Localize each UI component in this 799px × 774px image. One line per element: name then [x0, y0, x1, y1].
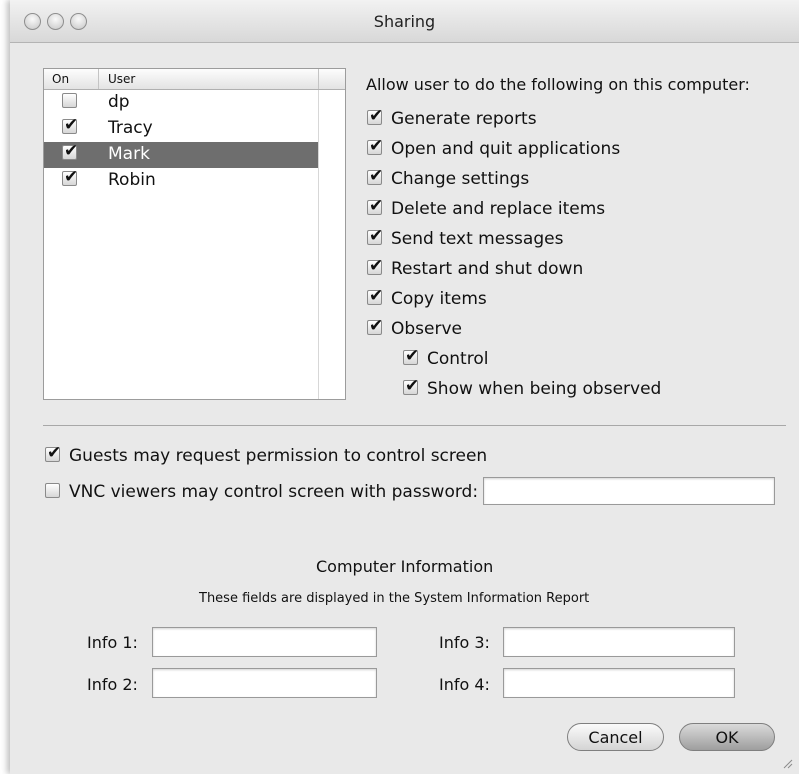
user-list-header: On User [44, 69, 345, 90]
column-divider [98, 69, 99, 89]
title-bar[interactable]: Sharing [10, 0, 799, 43]
vnc-password-field[interactable] [483, 477, 775, 505]
user-enabled-checkbox[interactable] [62, 93, 77, 108]
column-divider [318, 69, 319, 89]
computer-info-title: Computer Information [316, 557, 494, 576]
user-list[interactable]: On User dp Tracy Mark Robin [43, 68, 346, 400]
user-enabled-checkbox[interactable] [62, 167, 78, 187]
user-name: Robin [108, 170, 156, 190]
guests-request-permission-label[interactable]: Guests may request permission to control… [69, 446, 487, 466]
show-when-observed-label[interactable]: Show when being observed [427, 379, 661, 399]
guests-request-permission-checkbox[interactable] [45, 443, 61, 463]
change-settings-checkbox[interactable] [367, 166, 383, 186]
user-name: dp [108, 92, 130, 112]
info-1-label: Info 1: [87, 633, 138, 652]
computer-info-subtitle: These fields are displayed in the System… [199, 591, 590, 606]
user-row-robin[interactable]: Robin [44, 167, 318, 194]
info-3-field[interactable] [503, 627, 735, 657]
control-checkbox[interactable] [403, 346, 419, 366]
info-3-label: Info 3: [439, 633, 490, 652]
observe-label[interactable]: Observe [391, 319, 462, 339]
copy-items-checkbox[interactable] [367, 286, 383, 306]
restart-shutdown-checkbox[interactable] [367, 256, 383, 276]
open-quit-apps-label[interactable]: Open and quit applications [391, 139, 620, 159]
cancel-button[interactable]: Cancel [567, 723, 664, 751]
change-settings-label[interactable]: Change settings [391, 169, 529, 189]
delete-replace-checkbox[interactable] [367, 196, 383, 216]
show-when-observed-checkbox[interactable] [403, 376, 419, 396]
copy-items-label[interactable]: Copy items [391, 289, 487, 309]
user-name: Mark [108, 144, 150, 164]
user-enabled-checkbox[interactable] [62, 141, 78, 161]
user-row-tracy[interactable]: Tracy [44, 115, 318, 142]
info-2-field[interactable] [152, 668, 377, 698]
sharing-window: Sharing On User dp Tracy Mark Robin Allo… [10, 0, 799, 774]
user-enabled-checkbox[interactable] [62, 115, 78, 135]
user-row-mark[interactable]: Mark [44, 141, 318, 168]
window-title: Sharing [373, 12, 436, 31]
generate-reports-label[interactable]: Generate reports [391, 109, 537, 129]
delete-replace-label[interactable]: Delete and replace items [391, 199, 605, 219]
vnc-password-checkbox[interactable] [45, 483, 60, 498]
column-header-user[interactable]: User [108, 72, 135, 86]
send-text-checkbox[interactable] [367, 226, 383, 246]
control-label[interactable]: Control [427, 349, 488, 369]
permissions-heading: Allow user to do the following on this c… [366, 75, 750, 94]
user-name: Tracy [108, 118, 153, 138]
resize-grip-icon[interactable] [781, 757, 793, 769]
observe-checkbox[interactable] [367, 316, 383, 336]
section-divider [43, 425, 786, 426]
info-4-label: Info 4: [439, 675, 490, 694]
info-4-field[interactable] [503, 668, 735, 698]
ok-button[interactable]: OK [679, 723, 775, 751]
info-2-label: Info 2: [87, 675, 138, 694]
open-quit-apps-checkbox[interactable] [367, 136, 383, 156]
vnc-password-label[interactable]: VNC viewers may control screen with pass… [69, 482, 478, 502]
scrollbar-track[interactable] [318, 90, 319, 399]
user-row-dp[interactable]: dp [44, 90, 318, 116]
restart-shutdown-label[interactable]: Restart and shut down [391, 259, 583, 279]
column-header-on[interactable]: On [52, 72, 69, 86]
info-1-field[interactable] [152, 627, 377, 657]
send-text-label[interactable]: Send text messages [391, 229, 563, 249]
generate-reports-checkbox[interactable] [367, 106, 383, 126]
